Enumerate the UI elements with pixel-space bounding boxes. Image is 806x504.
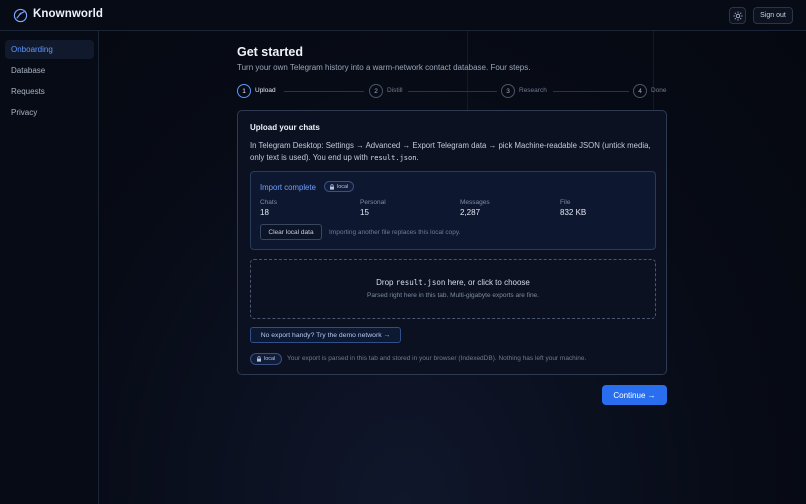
card-title: Upload your chats: [250, 123, 320, 132]
step-1-indicator: 1: [237, 84, 251, 98]
app-name: Knownworld: [33, 8, 103, 20]
step-2-indicator: 2: [369, 84, 383, 98]
step-4-indicator: 4: [633, 84, 647, 98]
stat-label-file: File: [560, 199, 571, 206]
badge-label: local: [264, 356, 276, 362]
import-status-panel: Import complete local Chats 18 Personal …: [250, 171, 656, 250]
demo-network-button[interactable]: No export handy? Try the demo network →: [250, 327, 401, 343]
theme-toggle-button[interactable]: [729, 7, 746, 24]
dropzone-subtext: Parsed right here in this tab. Multi-gig…: [367, 292, 539, 299]
file-dropzone[interactable]: Drop result.json here, or click to choos…: [250, 259, 656, 319]
stat-value-messages: 2,287: [460, 208, 481, 217]
badge-label: local: [337, 183, 349, 190]
local-badge: local: [324, 181, 355, 192]
dropzone-filename: result.json: [395, 278, 446, 287]
stat-value-personal: 15: [360, 208, 369, 217]
stat-value-chats: 18: [260, 208, 269, 217]
clear-hint: Importing another file replaces this loc…: [329, 229, 461, 236]
import-status-title: Import complete: [260, 183, 316, 192]
lock-icon: [330, 183, 334, 190]
privacy-note: Your export is parsed in this tab and st…: [287, 355, 587, 362]
stat-label-chats: Chats: [260, 199, 277, 206]
sidebar: Onboarding Database Requests Privacy: [0, 31, 99, 504]
clear-local-data-button[interactable]: Clear local data: [260, 224, 322, 240]
stat-label-personal: Personal: [360, 199, 386, 206]
page-title: Get started: [237, 45, 303, 59]
dropzone-suffix: here, or click to choose: [445, 278, 530, 287]
sidebar-item-database[interactable]: Database: [5, 61, 94, 80]
lock-icon: [257, 356, 261, 362]
logo-icon: [13, 8, 28, 23]
step-connector: [408, 91, 497, 92]
instructions-filename: result.json: [370, 154, 417, 162]
upload-instructions: In Telegram Desktop: Settings → Advanced…: [250, 140, 652, 164]
page-subtitle: Turn your own Telegram history into a wa…: [237, 63, 531, 72]
step-4-label: Done: [651, 87, 667, 94]
instructions-suffix: .: [416, 153, 419, 162]
stat-value-file: 832 KB: [560, 208, 587, 217]
footer-local-badge: local: [250, 353, 283, 365]
sidebar-item-privacy[interactable]: Privacy: [5, 103, 94, 122]
step-3-indicator: 3: [501, 84, 515, 98]
upload-card: Upload your chats In Telegram Desktop: S…: [237, 110, 667, 375]
step-3-label: Research: [519, 87, 547, 94]
step-1-label: Upload: [255, 87, 276, 94]
step-2-label: Distill: [387, 87, 403, 94]
sidebar-item-requests[interactable]: Requests: [5, 82, 94, 101]
step-connector: [284, 91, 364, 92]
stat-label-messages: Messages: [460, 199, 490, 206]
continue-button[interactable]: Continue →: [602, 385, 667, 405]
sidebar-item-onboarding[interactable]: Onboarding: [5, 40, 94, 59]
step-connector: [553, 91, 629, 92]
instructions-text: In Telegram Desktop: Settings → Advanced…: [250, 141, 651, 162]
background-line: [653, 31, 654, 111]
dropzone-prefix: Drop: [376, 278, 396, 287]
sign-out-button[interactable]: Sign out: [753, 7, 793, 24]
top-bar: Knownworld Sign out: [0, 0, 806, 31]
dropzone-text: Drop result.json here, or click to choos…: [251, 278, 655, 287]
sun-icon: [733, 11, 742, 20]
